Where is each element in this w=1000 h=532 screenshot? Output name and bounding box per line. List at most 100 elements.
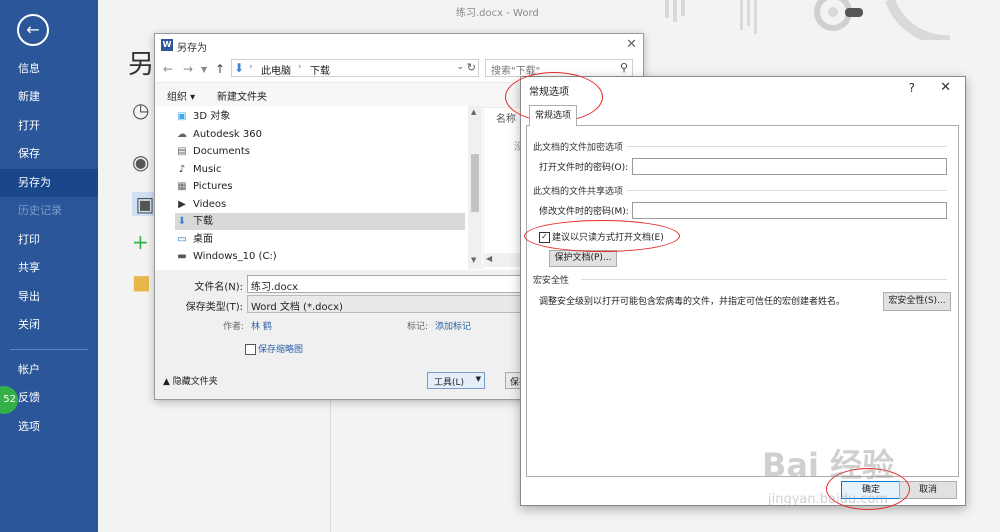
tree-item[interactable]: ▤ Documents (175, 143, 465, 160)
macro-security-button[interactable]: 宏安全性(S)... (883, 292, 951, 311)
filename-label: 文件名(N): (194, 282, 243, 293)
readonly-label[interactable]: 建议以只读方式打开文档(E) (552, 230, 664, 243)
video-icon: ▶ (178, 198, 186, 210)
readonly-checkbox[interactable]: ✓ (539, 232, 550, 243)
macro-description: 调整安全级别以打开可能包含宏病毒的文件，并指定可信任的宏创建者姓名。 (539, 297, 846, 307)
tree-item-label: 下载 (193, 216, 213, 227)
cube-icon: ▣ (177, 111, 187, 122)
column-header-name[interactable]: 名称 (496, 110, 516, 125)
recent-locations-icon[interactable]: ▼ (201, 65, 207, 74)
nav-item[interactable]: 帐户 (0, 356, 98, 384)
modify-password-label: 修改文件时的密码(M): (539, 207, 629, 217)
back-arrow-icon[interactable]: ← (17, 14, 49, 46)
browse-folder-icon[interactable]: ■ (132, 270, 151, 294)
scrollbar-thumb[interactable] (471, 154, 479, 212)
search-placeholder: 搜索"下载" (491, 66, 541, 77)
nav-item[interactable]: 另存为 (0, 169, 98, 197)
tree-item[interactable]: ♪ Music (175, 161, 465, 178)
backstage-sidebar: ← 信息 新建 打开 保存 另存为 历史记录 打印 共享 导出 关闭 帐户 反馈 选项 (0, 0, 98, 532)
chevron-up-icon: ▲ (163, 377, 173, 387)
tree-item[interactable]: ▭ 桌面 (175, 231, 465, 248)
filetype-select[interactable]: Word 文档 (*.docx) (247, 295, 527, 313)
tree-item-label: Videos (193, 198, 227, 210)
share-section-title: 此文档的文件共享选项 (533, 187, 624, 197)
word-icon: W (161, 39, 173, 51)
forward-icon[interactable]: → (183, 62, 193, 76)
tree-item-label: 桌面 (193, 233, 213, 245)
scroll-left-icon[interactable]: ◀ (486, 254, 492, 263)
tools-button-label: 工具(L) (434, 378, 465, 388)
vertical-scrollbar[interactable]: ▲ ▼ (468, 106, 482, 269)
chevron-down-icon[interactable]: ⌄ (456, 62, 464, 72)
nav-item[interactable]: 导出 (0, 283, 98, 311)
filename-field[interactable]: 练习.docx (247, 275, 527, 293)
address-bar[interactable]: ⬇ › 此电脑 › 下载 ⌄ ↻ (231, 59, 479, 77)
download-icon: ⬇ (234, 61, 245, 75)
tab-panel: 此文档的文件加密选项 打开文件时的密码(O): 此文档的文件共享选项 修改文件时… (526, 125, 959, 477)
folder-tree: ▣ 3D 对象 ☁ Autodesk 360 ▤ Documents ♪ Music ▦ Pict… (155, 106, 482, 269)
nav-item[interactable]: 共享 (0, 254, 98, 282)
save-thumbnail-checkbox[interactable] (245, 344, 256, 355)
search-input[interactable]: 搜索"下载" ⚲ (485, 59, 633, 77)
tree-item[interactable]: ☁ Autodesk 360 (175, 126, 465, 143)
tab-general-options[interactable]: 常规选项 (529, 105, 577, 126)
nav-item[interactable]: 新建 (0, 83, 98, 111)
close-icon[interactable]: ✕ (940, 80, 951, 95)
globe-icon[interactable]: ◉ (132, 150, 149, 174)
dialog-titlebar: W 另存为 ✕ (155, 34, 643, 56)
chevron-right-icon[interactable]: › (249, 62, 253, 72)
breadcrumb-downloads[interactable]: 下载 (310, 62, 330, 77)
search-icon[interactable]: ⚲ (620, 61, 628, 74)
watermark-url: jingyan.baidu.com (768, 492, 888, 507)
author-value[interactable]: 林 鹤 (251, 319, 272, 332)
nav-item[interactable]: 选项 (0, 413, 98, 441)
cloud-icon: ☁ (177, 128, 187, 140)
tree-item[interactable]: ⬇ 下载 (175, 213, 465, 230)
tags-value[interactable]: 添加标记 (435, 319, 471, 332)
organize-button[interactable]: 组织 ▾ (167, 88, 195, 103)
chevron-right-icon[interactable]: › (298, 62, 302, 72)
desktop-icon: ▭ (177, 233, 187, 245)
refresh-icon[interactable]: ↻ (467, 61, 476, 74)
new-folder-button[interactable]: 新建文件夹 (217, 88, 267, 103)
tree-item[interactable]: ▬ Windows_10 (C:) (175, 248, 465, 265)
tree-item-label: Music (193, 163, 222, 175)
modify-password-field[interactable] (632, 202, 947, 219)
tree-item[interactable]: ▣ 3D 对象 (175, 108, 465, 125)
scroll-up-icon[interactable]: ▲ (471, 108, 476, 116)
nav-item[interactable]: 保存 (0, 140, 98, 168)
picture-icon: ▦ (177, 181, 187, 192)
up-icon[interactable]: ↑ (215, 62, 225, 76)
nav-item[interactable]: 打开 (0, 112, 98, 140)
breadcrumb-this-pc[interactable]: 此电脑 (261, 62, 291, 77)
dialog-title: 常规选项 (529, 87, 569, 98)
nav-item[interactable]: 信息 (0, 55, 98, 83)
nav-item: 历史记录 (18, 204, 62, 217)
tree-item-label: Pictures (193, 181, 233, 192)
nav-item[interactable]: 打印 (0, 226, 98, 254)
tree-item[interactable]: ▦ Pictures (175, 178, 465, 195)
tree-item-label: Autodesk 360 (193, 128, 262, 140)
save-thumbnail-label[interactable]: 保存缩略图 (258, 342, 303, 355)
document-icon: ▤ (177, 146, 187, 157)
nav-item[interactable]: 关闭 (0, 311, 98, 339)
download-icon: ⬇ (177, 216, 187, 227)
tree-item[interactable]: ▶ Videos (175, 196, 465, 213)
drive-icon: ▬ (177, 251, 187, 262)
dialog-title: 另存为 (177, 43, 207, 54)
back-icon[interactable]: ← (163, 62, 173, 76)
protect-document-button[interactable]: 保护文档(P)... (549, 250, 617, 267)
tools-button[interactable]: 工具(L) ▼ (427, 372, 485, 389)
hide-folders-button[interactable]: ▲ 隐藏文件夹 (163, 374, 218, 387)
scroll-down-icon[interactable]: ▼ (471, 256, 476, 264)
add-place-icon[interactable]: + (132, 230, 149, 254)
close-icon[interactable]: ✕ (626, 37, 637, 52)
chevron-down-icon: ▼ (475, 375, 481, 383)
open-password-field[interactable] (632, 158, 947, 175)
window-title: 练习.docx - Word (456, 8, 539, 19)
open-password-label: 打开文件时的密码(O): (539, 163, 629, 173)
clock-icon[interactable]: ◷ (132, 98, 149, 122)
help-icon[interactable]: ? (909, 81, 915, 95)
tree-item-label: Documents (193, 146, 251, 157)
hide-folders-label: 隐藏文件夹 (172, 377, 218, 387)
